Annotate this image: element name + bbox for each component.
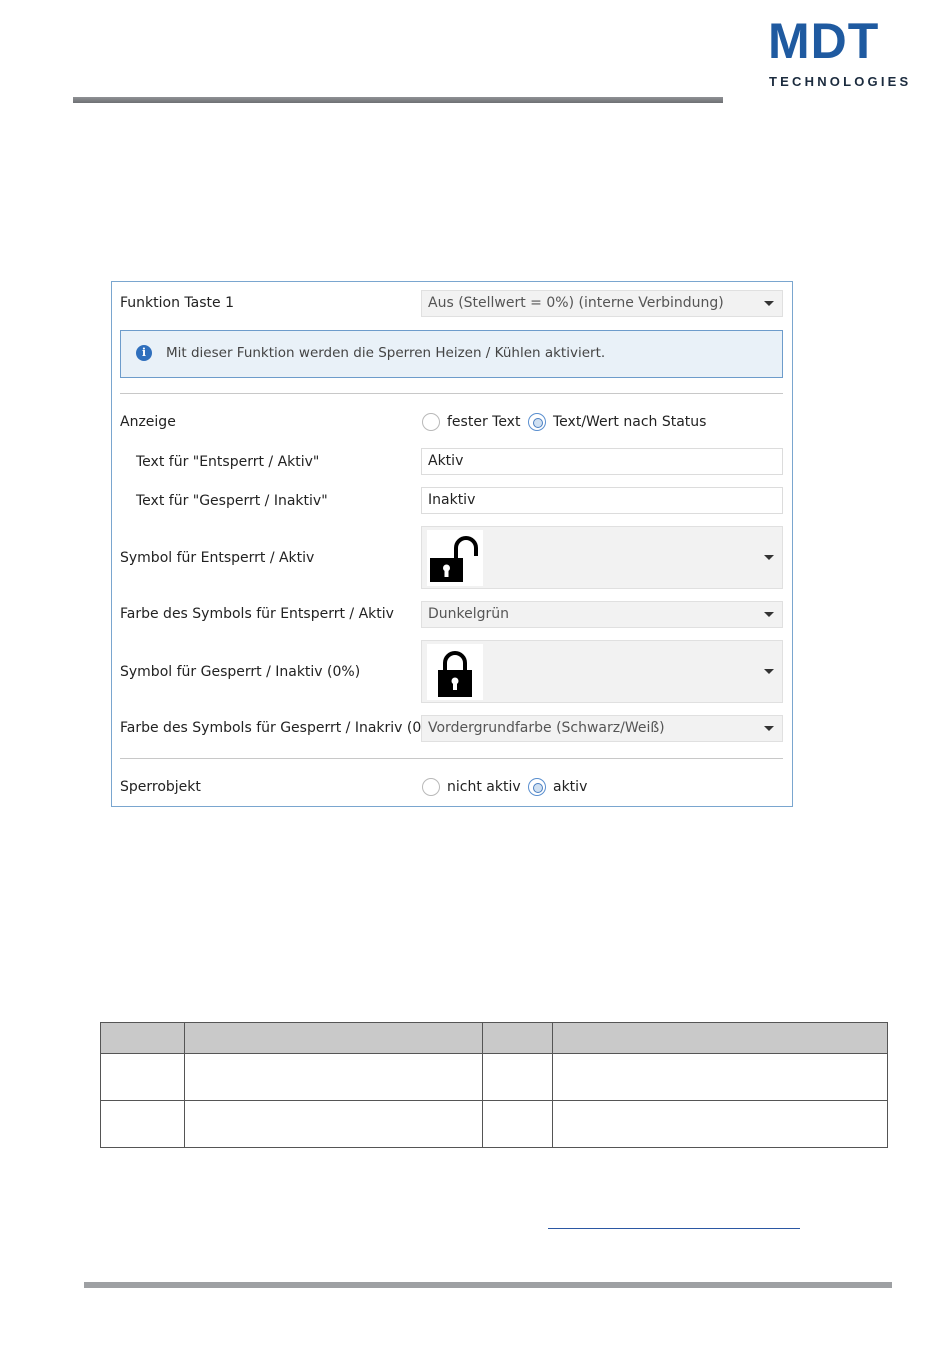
radio-nicht-aktiv[interactable] xyxy=(422,778,440,796)
table-column-divider xyxy=(552,1023,553,1147)
farbe-aktiv-select[interactable]: Dunkelgrün xyxy=(421,601,783,628)
radio-text-wert-nach-status-label: Text/Wert nach Status xyxy=(553,414,707,430)
function-select[interactable]: Aus (Stellwert = 0%) (interne Verbindung… xyxy=(421,290,783,317)
info-box: i Mit dieser Funktion werden die Sperren… xyxy=(120,330,783,378)
farbe-inaktiv-select[interactable]: Vordergrundfarbe (Schwarz/Weiß) xyxy=(421,715,783,742)
radio-aktiv[interactable] xyxy=(528,778,546,796)
separator xyxy=(120,758,783,759)
link-underline[interactable] xyxy=(548,1228,800,1229)
farbe-aktiv-value: Dunkelgrün xyxy=(428,606,510,622)
text-inaktiv-label: Text für "Gesperrt / Inaktiv" xyxy=(136,493,328,509)
symbol-inaktiv-select[interactable] xyxy=(421,640,783,703)
parameter-dialog: Funktion Taste 1 Aus (Stellwert = 0%) (i… xyxy=(111,281,793,807)
radio-text-wert-nach-status[interactable] xyxy=(528,413,546,431)
logo-mark: MDT xyxy=(768,13,880,69)
info-text: Mit dieser Funktion werden die Sperren H… xyxy=(166,345,606,361)
radio-nicht-aktiv-label: nicht aktiv xyxy=(447,779,521,795)
text-aktiv-input[interactable]: Aktiv xyxy=(421,448,783,475)
separator xyxy=(120,393,783,394)
radio-fester-text[interactable] xyxy=(422,413,440,431)
anzeige-label: Anzeige xyxy=(120,414,176,430)
radio-aktiv-label: aktiv xyxy=(553,779,588,795)
dropdown-arrow-icon xyxy=(764,669,774,674)
table-column-divider xyxy=(184,1023,185,1147)
function-select-value: Aus (Stellwert = 0%) (interne Verbindung… xyxy=(428,295,724,311)
header-rule xyxy=(73,97,723,103)
footer-rule xyxy=(84,1282,892,1288)
symbol-inaktiv-label: Symbol für Gesperrt / Inaktiv (0%) xyxy=(120,664,361,680)
dropdown-arrow-icon xyxy=(764,301,774,306)
object-table xyxy=(100,1022,888,1148)
symbol-aktiv-select[interactable] xyxy=(421,526,783,589)
logo-subtitle: TECHNOLOGIES xyxy=(769,74,912,89)
function-label: Funktion Taste 1 xyxy=(120,295,234,311)
farbe-inaktiv-label: Farbe des Symbols für Gesperrt / Inakriv… xyxy=(120,720,441,736)
table-column-divider xyxy=(482,1023,483,1147)
dropdown-arrow-icon xyxy=(764,726,774,731)
symbol-aktiv-label: Symbol für Entsperrt / Aktiv xyxy=(120,550,315,566)
farbe-inaktiv-value: Vordergrundfarbe (Schwarz/Weiß) xyxy=(428,720,665,736)
dropdown-arrow-icon xyxy=(764,612,774,617)
table-header xyxy=(101,1023,887,1054)
text-aktiv-label: Text für "Entsperrt / Aktiv" xyxy=(136,454,320,470)
info-icon: i xyxy=(136,345,152,361)
text-inaktiv-input[interactable]: Inaktiv xyxy=(421,487,783,514)
radio-fester-text-label: fester Text xyxy=(447,414,521,430)
unlocked-padlock-icon xyxy=(427,530,483,586)
mdt-logo: MDT TECHNOLOGIES xyxy=(768,16,913,92)
sperrobjekt-label: Sperrobjekt xyxy=(120,779,201,795)
dropdown-arrow-icon xyxy=(764,555,774,560)
locked-padlock-icon xyxy=(427,644,483,700)
farbe-aktiv-label: Farbe des Symbols für Entsperrt / Aktiv xyxy=(120,606,394,622)
table-row-divider xyxy=(101,1100,887,1101)
